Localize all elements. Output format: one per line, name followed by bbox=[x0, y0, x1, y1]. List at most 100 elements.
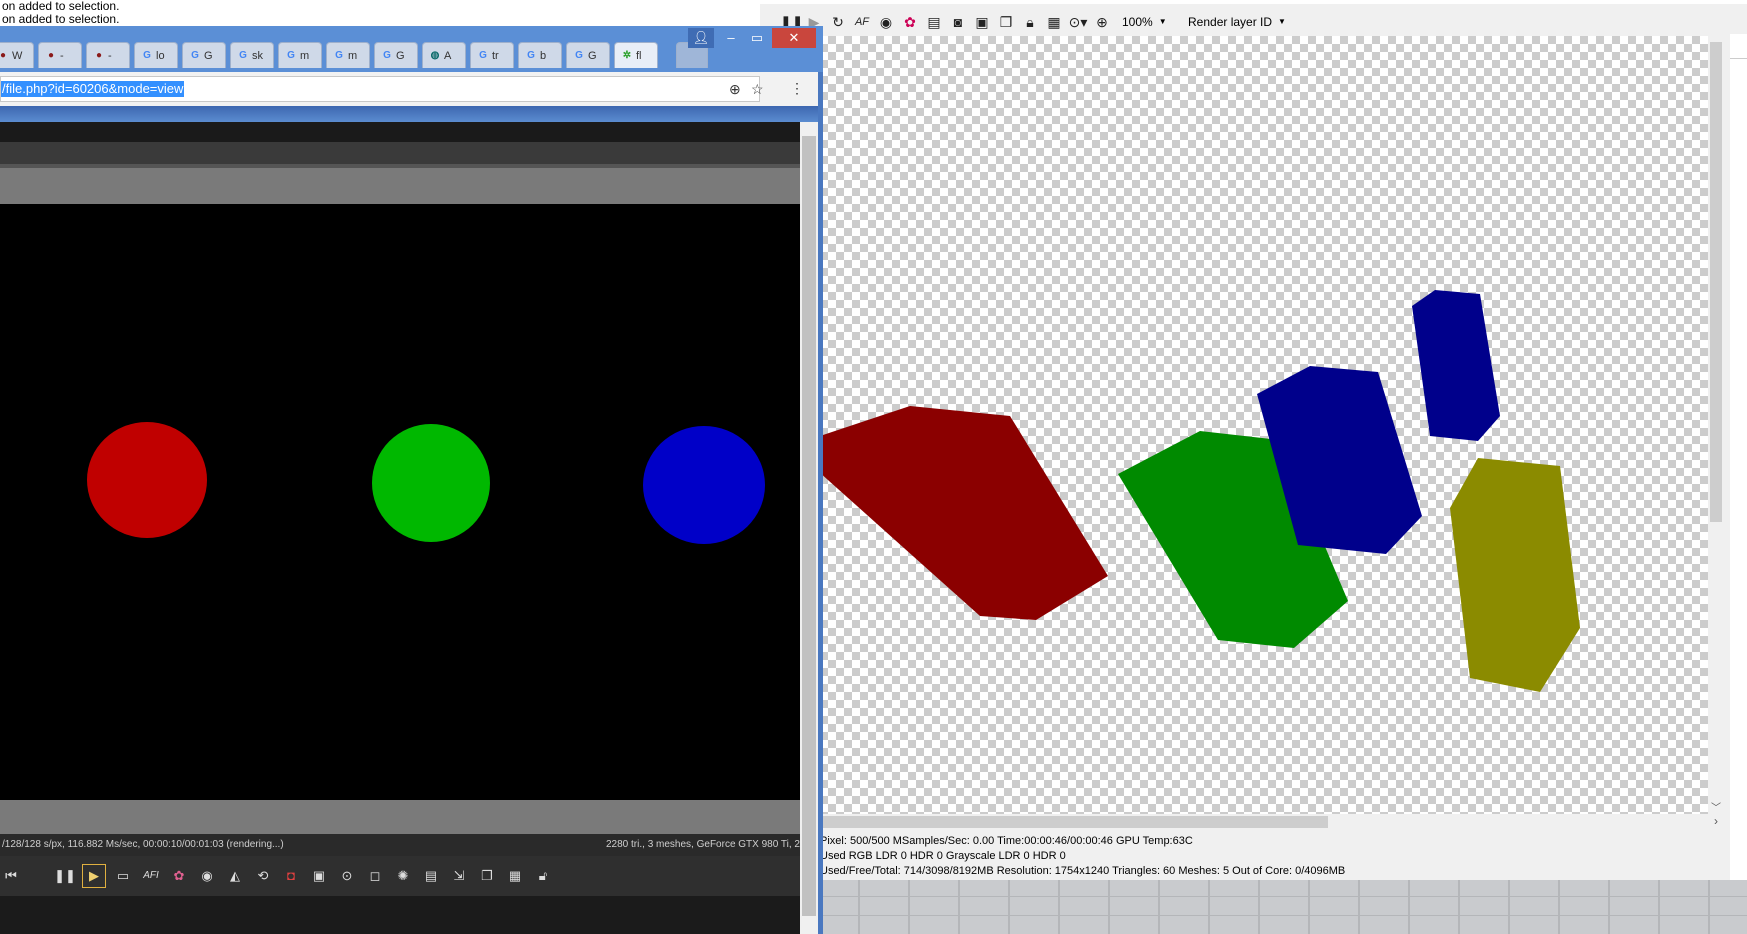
address-bar[interactable]: /file.php?id=60206&mode=view ⊕ ☆ bbox=[0, 76, 764, 102]
profile-icon[interactable]: 👤︎ bbox=[688, 28, 714, 48]
minimize-button[interactable]: – bbox=[718, 28, 744, 48]
status-line: Pixel: 500/500 MSamples/Sec: 0.00 Time:0… bbox=[820, 835, 1193, 847]
burst-icon[interactable]: ✺ bbox=[392, 865, 414, 887]
maximize-button[interactable]: ▭ bbox=[744, 28, 770, 48]
layer-icon[interactable]: ◭ bbox=[224, 865, 246, 887]
tab[interactable]: ● - bbox=[38, 42, 82, 68]
lock-icon[interactable]: 🔓︎ bbox=[532, 865, 554, 887]
afi-icon[interactable]: AF bbox=[852, 12, 872, 32]
blue-circle bbox=[643, 426, 765, 544]
render-preview bbox=[0, 204, 800, 800]
tab-strip: ● W ● - ● - Glo GG Gsk Gm Gm GG ◍ A Gtr Gb G… bbox=[0, 26, 823, 72]
tab-label: G bbox=[204, 50, 213, 62]
sphere-icon[interactable]: ◉ bbox=[196, 865, 218, 887]
layer-icon[interactable]: ▤ bbox=[924, 12, 944, 32]
tab-label: m bbox=[300, 50, 310, 62]
sphere-icon[interactable]: ◉ bbox=[876, 12, 896, 32]
tab[interactable]: Gtr bbox=[470, 42, 514, 68]
render-layer-value: Render layer ID bbox=[1188, 15, 1273, 29]
blender-icon: ● bbox=[95, 50, 103, 62]
tab-active[interactable]: ✲ fl bbox=[614, 42, 658, 68]
monitor-icon[interactable]: ▭ bbox=[112, 865, 134, 887]
scroll-thumb[interactable] bbox=[1710, 42, 1722, 522]
tab[interactable]: ● W bbox=[0, 42, 34, 68]
background-log: on added to selection. on added to selec… bbox=[0, 0, 760, 26]
blue-shape-small bbox=[1412, 290, 1500, 441]
url-text[interactable]: /file.php?id=60206&mode=view bbox=[1, 81, 185, 97]
rewind-icon[interactable]: ⏮ bbox=[0, 865, 22, 887]
region-icon[interactable]: ◘ bbox=[280, 865, 302, 887]
tab-label: m bbox=[348, 50, 358, 62]
tab[interactable]: Glo bbox=[134, 42, 178, 68]
tab[interactable]: GG bbox=[374, 42, 418, 68]
blender-icon: ● bbox=[0, 50, 7, 62]
zoom-value: 100% bbox=[1122, 15, 1153, 29]
color-wheel-icon[interactable]: ✿ bbox=[900, 12, 920, 32]
chevron-down-icon[interactable]: ﹀ bbox=[1708, 799, 1724, 814]
close-button[interactable]: ✕ bbox=[772, 28, 816, 48]
tab[interactable]: Gm bbox=[278, 42, 322, 68]
page-band bbox=[0, 800, 800, 834]
google-icon: G bbox=[239, 50, 247, 62]
render-layer-select[interactable]: Render layer ID ▼ bbox=[1182, 12, 1304, 32]
layers-icon[interactable]: ❐ bbox=[996, 12, 1016, 32]
transform-icon[interactable]: ⟲ bbox=[252, 865, 274, 887]
render-viewer: ❚❚ ▶ ↻ AF ◉ ✿ ▤ ◙ ▣ ❐ 🔒︎ ▦ ⊙▾ ⊕ 100% ▼ R… bbox=[760, 4, 1730, 880]
tab[interactable]: Gsk bbox=[230, 42, 274, 68]
page-band bbox=[0, 168, 800, 204]
refresh-icon[interactable]: ↻ bbox=[828, 12, 848, 32]
tab-label: - bbox=[108, 50, 112, 62]
color-wheel-icon[interactable]: ✿ bbox=[168, 865, 190, 887]
zoom-region-icon[interactable]: ⊙▾ bbox=[1068, 12, 1088, 32]
grid-icon[interactable]: ▦ bbox=[1044, 12, 1064, 32]
page-header-band bbox=[0, 106, 818, 122]
tab[interactable]: Gb bbox=[518, 42, 562, 68]
render-toolbar: ❚❚ ▶ ↻ AF ◉ ✿ ▤ ◙ ▣ ❐ 🔒︎ ▦ ⊙▾ ⊕ 100% ▼ R… bbox=[760, 8, 1730, 36]
globe-icon[interactable]: ⊕ bbox=[1092, 12, 1112, 32]
image-icon[interactable]: ▦ bbox=[504, 865, 526, 887]
square-icon[interactable]: ◻ bbox=[364, 865, 386, 887]
green-circle bbox=[372, 424, 490, 542]
page-content: /128/128 s/px, 116.882 Ms/sec, 00:00:10/… bbox=[0, 122, 806, 934]
import-icon[interactable]: ⇲ bbox=[448, 865, 470, 887]
status-line: Used RGB LDR 0 HDR 0 Grayscale LDR 0 HDR… bbox=[820, 850, 1066, 862]
preview-toolbar: ⏮ ❚❚ ▶ ▭ AFI ✿ ◉ ◭ ⟲ ◘ ▣ ⊙ ◻ ✺ ▤ ⇲ ❐ ▦ 🔓… bbox=[0, 856, 800, 896]
tab[interactable]: Gm bbox=[326, 42, 370, 68]
tab[interactable]: GG bbox=[182, 42, 226, 68]
star-icon[interactable]: ☆ bbox=[751, 81, 764, 98]
google-icon: G bbox=[383, 50, 391, 62]
chevron-down-icon: ▼ bbox=[1278, 17, 1286, 26]
lock-icon[interactable]: 🔒︎ bbox=[1020, 12, 1040, 32]
tab[interactable]: ● - bbox=[86, 42, 130, 68]
render-canvas[interactable] bbox=[820, 36, 1708, 814]
zoom-region-icon[interactable]: ⊙ bbox=[336, 865, 358, 887]
status-left: /128/128 s/px, 116.882 Ms/sec, 00:00:10/… bbox=[2, 839, 284, 850]
pause-icon[interactable]: ❚❚ bbox=[54, 865, 76, 887]
omnibox-bar: /file.php?id=60206&mode=view ⊕ ☆ ⋮ bbox=[0, 72, 818, 106]
google-icon: G bbox=[479, 50, 487, 62]
page-band bbox=[0, 122, 800, 142]
cube-icon[interactable]: ▣ bbox=[972, 12, 992, 32]
google-icon: G bbox=[527, 50, 535, 62]
browser-window: ● W ● - ● - Glo GG Gsk Gm Gm GG ◍ A Gtr Gb G… bbox=[0, 26, 823, 934]
render-status: Pixel: 500/500 MSamples/Sec: 0.00 Time:0… bbox=[820, 834, 1720, 879]
plant-icon: ✲ bbox=[622, 50, 632, 62]
play-icon[interactable]: ▶ bbox=[82, 864, 106, 888]
cube-icon[interactable]: ❐ bbox=[476, 865, 498, 887]
status-line: Used/Free/Total: 714/3098/8192MB Resolut… bbox=[820, 865, 1346, 877]
afi-icon[interactable]: AFI bbox=[140, 865, 162, 887]
frame-icon[interactable]: ▣ bbox=[308, 865, 330, 887]
camera-icon[interactable]: ◙ bbox=[948, 12, 968, 32]
page-band bbox=[0, 142, 800, 164]
scroll-thumb[interactable] bbox=[802, 136, 816, 916]
tab[interactable]: GG bbox=[566, 42, 610, 68]
tab-label: lo bbox=[156, 50, 165, 62]
red-shape bbox=[820, 406, 1108, 620]
scroll-thumb[interactable] bbox=[820, 816, 1328, 828]
tab[interactable]: ◍ A bbox=[422, 42, 466, 68]
menu-icon[interactable]: ⋮ bbox=[790, 80, 804, 97]
clipboard-icon[interactable]: ▤ bbox=[420, 865, 442, 887]
zoom-select[interactable]: 100% ▼ bbox=[1116, 12, 1178, 32]
zoom-icon[interactable]: ⊕ bbox=[729, 81, 741, 98]
chevron-right-icon[interactable]: › bbox=[1708, 814, 1724, 828]
